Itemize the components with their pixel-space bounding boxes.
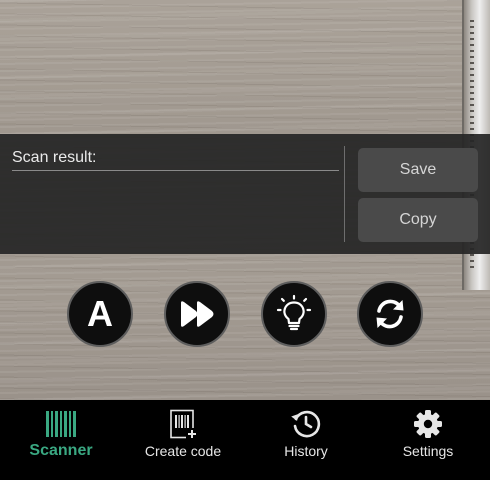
nav-label-create-code: Create code [144,443,222,459]
fast-forward-button[interactable] [164,281,230,347]
auto-focus-letter: A [87,293,113,334]
scan-result-field[interactable] [12,170,339,171]
nav-item-settings[interactable]: Settings [367,400,489,480]
bottom-navigation: Scanner Create code History Settings [0,400,490,480]
gear-icon [414,410,442,438]
nav-item-history[interactable]: History [245,400,367,480]
nav-item-create-code[interactable]: Create code [122,400,244,480]
nav-label-history: History [284,443,328,459]
history-icon [291,410,321,438]
nav-label-scanner: Scanner [29,442,93,459]
panel-divider [344,146,345,242]
switch-camera-button[interactable] [357,281,423,347]
lightbulb-icon [276,294,312,331]
nav-label-settings: Settings [402,443,454,459]
scan-result-label: Scan result: [12,149,97,166]
nav-item-scanner[interactable]: Scanner [0,400,122,480]
barcode-icon [46,411,76,437]
create-barcode-icon [170,409,198,439]
scan-result-panel: Scan result: Save Copy [0,134,490,254]
copy-button[interactable]: Copy [358,198,478,242]
fast-forward-icon [181,301,214,327]
save-button[interactable]: Save [358,148,478,192]
auto-focus-button[interactable]: A [67,281,133,347]
sync-icon [376,299,404,329]
flashlight-button[interactable] [261,281,327,347]
